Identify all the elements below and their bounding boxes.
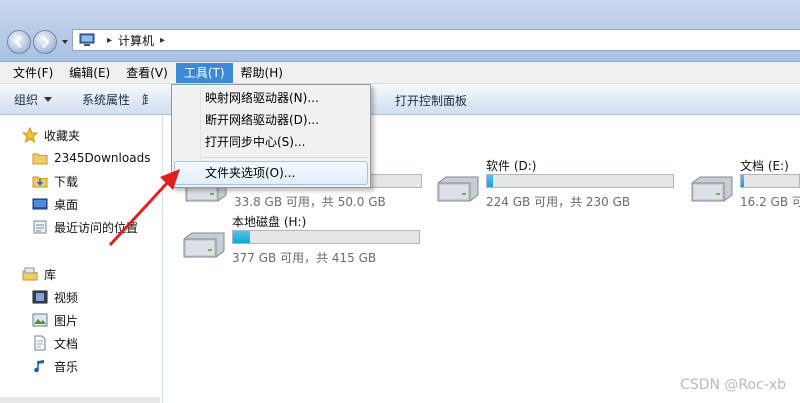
annotation-arrow-icon	[108, 169, 180, 247]
menu-tools[interactable]: 工具(T)	[175, 62, 233, 83]
sidebar-item-label: 视频	[54, 290, 79, 305]
folder-icon	[32, 153, 48, 165]
menu-file[interactable]: 文件(F)	[5, 63, 61, 83]
menu-item-open-sync-center[interactable]: 打开同步中心(S)...	[205, 131, 305, 153]
organize-label: 组织	[14, 92, 39, 107]
tools-menu-dropdown: 映射网络驱动器(N)... 断开网络驱动器(D)... 打开同步中心(S)...…	[171, 84, 371, 188]
sidebar-item-label: 图片	[54, 313, 79, 328]
drive-d[interactable]: 软件 (D:) 224 GB 可用，共 230 GB	[434, 157, 684, 217]
drive-free-space: 224 GB 可用，共 230 GB	[486, 195, 631, 209]
menu-item-map-network-drive[interactable]: 映射网络驱动器(N)...	[205, 87, 319, 109]
drive-usage-bar	[486, 174, 674, 188]
breadcrumb-computer[interactable]: 计算机	[118, 32, 154, 49]
sidebar-item-videos[interactable]: 视频	[32, 287, 78, 307]
sidebar-favorites-label: 收藏夹	[44, 128, 81, 143]
drive-name: 本地磁盘 (H:)	[232, 215, 307, 229]
sidebar-item-desktop[interactable]: 桌面	[32, 194, 78, 214]
chevron-right-icon[interactable]: ▸	[160, 35, 165, 46]
sidebar-item-label: 桌面	[54, 197, 79, 212]
drive-usage-fill	[233, 231, 250, 243]
recent-places-icon	[33, 220, 47, 234]
download-folder-icon	[32, 176, 48, 188]
drive-free-space: 33.8 GB 可用，共 50.0 GB	[234, 195, 386, 209]
forward-button[interactable]	[33, 30, 57, 54]
menu-item-disconnect-network-drive[interactable]: 断开网络驱动器(D)...	[205, 109, 319, 131]
navigation-pane: 收藏夹 2345Downloads 下载 桌面 最近访问的位置 库 视频 图片 …	[0, 115, 163, 403]
menu-edit[interactable]: 编辑(E)	[61, 63, 118, 83]
menu-separator	[202, 157, 368, 158]
star-icon	[22, 127, 38, 143]
drive-usage-fill	[487, 175, 493, 187]
command-bar: 组织 系统属性 卸 打开控制面板	[0, 84, 800, 115]
forward-arrow-icon	[42, 36, 50, 48]
hard-drive-icon	[691, 176, 733, 202]
sidebar-item-pictures[interactable]: 图片	[32, 310, 78, 330]
menu-item-folder-options[interactable]: 文件夹选项(O)...	[205, 162, 295, 184]
drive-usage-bar	[232, 230, 420, 244]
system-properties-button[interactable]: 系统属性	[82, 91, 130, 108]
sidebar-item-downloads[interactable]: 下载	[32, 171, 78, 191]
watermark: CSDN @Roc-xb	[680, 377, 786, 393]
menu-bar: 文件(F) 编辑(E) 查看(V) 工具(T) 帮助(H)	[0, 62, 800, 84]
horizontal-scrollbar[interactable]	[0, 397, 160, 403]
library-icon	[22, 267, 38, 281]
menu-help[interactable]: 帮助(H)	[233, 63, 291, 83]
sidebar-libraries-header[interactable]: 库	[22, 264, 56, 284]
documents-icon	[34, 335, 46, 351]
recent-pages-dropdown-icon[interactable]	[61, 38, 69, 46]
sidebar-item-documents[interactable]: 文档	[32, 333, 78, 353]
hard-drive-icon	[437, 176, 479, 202]
organize-button[interactable]: 组织	[14, 91, 53, 108]
sidebar-item-music[interactable]: 音乐	[32, 356, 78, 376]
drive-h[interactable]: 本地磁盘 (H:) 377 GB 可用，共 415 GB	[180, 213, 430, 273]
drive-free-space: 377 GB 可用，共 415 GB	[232, 251, 377, 265]
pictures-icon	[32, 313, 48, 327]
partial-command-button[interactable]: 卸	[142, 91, 148, 108]
desktop-icon	[32, 198, 48, 210]
back-arrow-icon	[14, 36, 22, 48]
video-icon	[32, 290, 48, 304]
open-control-panel-button[interactable]: 打开控制面板	[395, 92, 467, 109]
menu-view[interactable]: 查看(V)	[118, 63, 176, 83]
sidebar-item-label: 下载	[54, 174, 79, 189]
back-button[interactable]	[7, 30, 31, 54]
drive-free-space: 16.2 GB 可用	[740, 195, 800, 209]
drive-name: 文档 (E:)	[740, 159, 789, 173]
chevron-down-icon	[44, 96, 53, 102]
drive-usage-fill	[741, 175, 744, 187]
sidebar-favorites-header[interactable]: 收藏夹	[22, 125, 80, 145]
music-icon	[34, 360, 44, 373]
drive-e[interactable]: 文档 (E:) 16.2 GB 可用	[688, 157, 800, 217]
address-bar[interactable]: ▸ 计算机 ▸	[72, 29, 800, 51]
chevron-right-icon[interactable]: ▸	[107, 35, 112, 46]
computer-icon	[79, 33, 95, 46]
drive-name: 软件 (D:)	[486, 159, 537, 173]
sidebar-libraries-label: 库	[44, 267, 57, 282]
sidebar-item-label: 音乐	[54, 359, 79, 374]
sidebar-item-label: 文档	[54, 336, 79, 351]
title-bar: ▸ 计算机 ▸	[0, 0, 800, 62]
drive-usage-bar	[740, 174, 800, 188]
